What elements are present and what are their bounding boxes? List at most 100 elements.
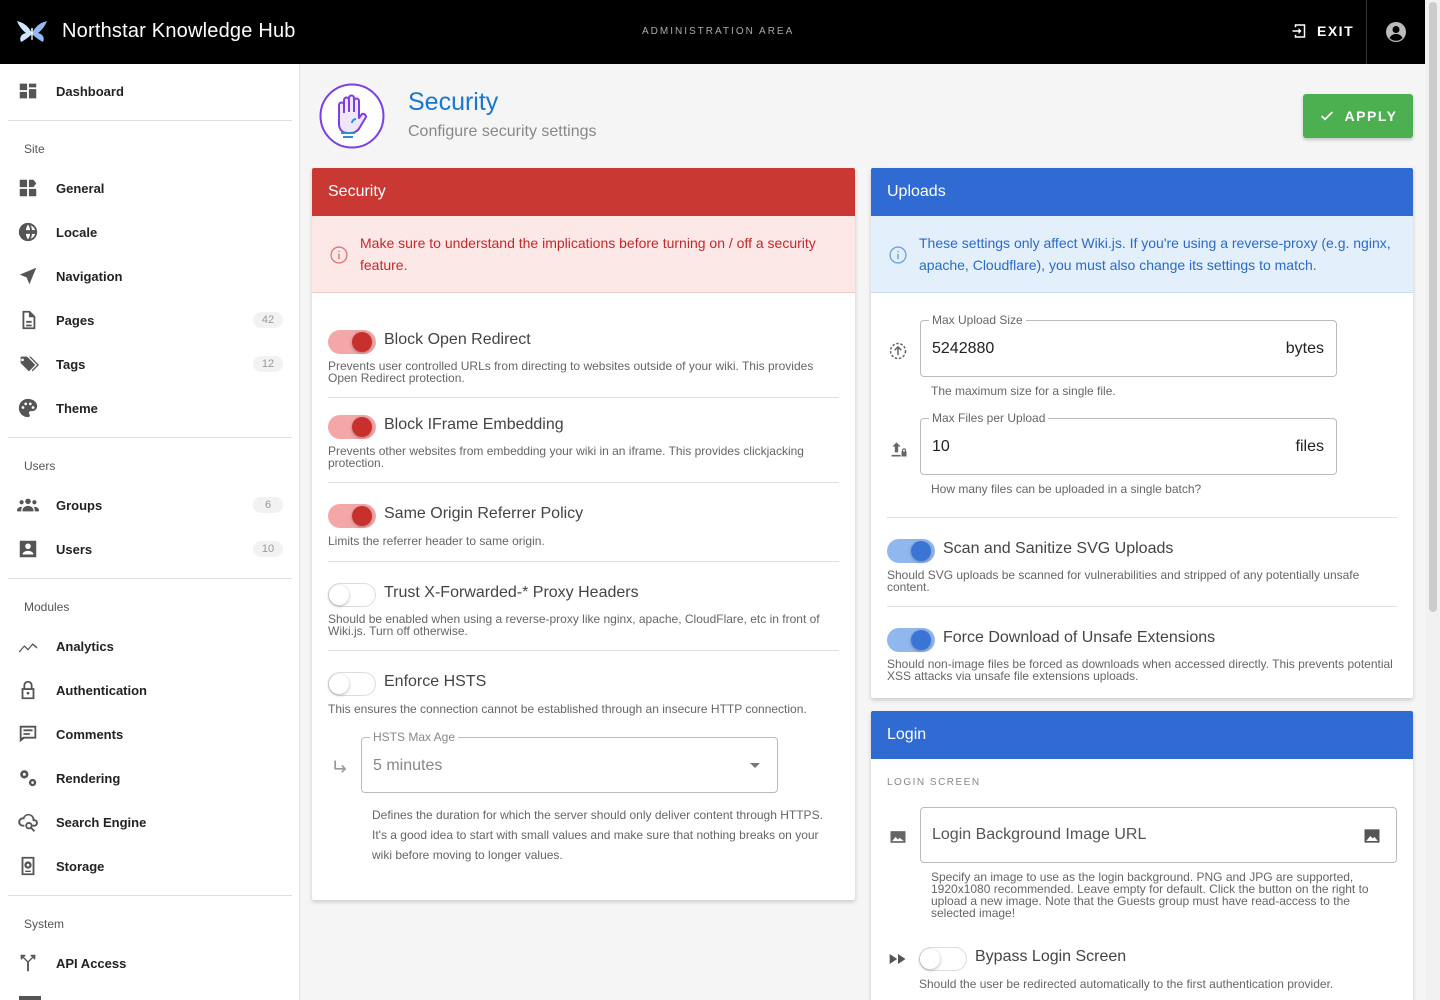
hand-shield-icon	[319, 83, 385, 149]
max-upload-size-suffix: bytes	[1285, 340, 1324, 357]
max-files-suffix: files	[1295, 438, 1324, 455]
max-files-hint: How many files can be uploaded in a sing…	[931, 482, 1202, 496]
sidebar-item-users[interactable]: Users 10	[0, 527, 299, 571]
toggle-enforce-hsts[interactable]	[328, 670, 376, 696]
security-alert-text: Make sure to understand the implications…	[360, 235, 816, 273]
sidebar-item-label: Comments	[56, 726, 124, 742]
sidebar-item-locale[interactable]: Locale	[0, 210, 299, 254]
sidebar-item-theme[interactable]: Theme	[0, 386, 299, 430]
sidebar-item-storage[interactable]: Storage	[0, 844, 299, 888]
login-bg-hint: Specify an image to use as the login bac…	[931, 870, 1369, 920]
toggle-bypass-login[interactable]	[919, 945, 967, 971]
max-files-value: 10	[932, 438, 950, 455]
max-files-label: Max Files per Upload	[929, 411, 1049, 425]
sidebar-item-label: Users	[56, 541, 93, 557]
setting-label: Force Download of Unsafe Extensions	[943, 629, 1216, 646]
setting-bypass-login: Bypass Login Screen Should the user be r…	[919, 945, 1397, 995]
count-badge: 42	[253, 312, 283, 328]
security-card-header: Security	[312, 168, 855, 216]
butterfly-logo-icon	[17, 21, 47, 42]
image-icon	[890, 831, 906, 843]
app-title: Northstar Knowledge Hub	[62, 20, 296, 42]
login-bg-field[interactable]: Login Background Image URL	[920, 807, 1397, 863]
sidebar-item-dashboard[interactable]: Dashboard	[0, 69, 299, 113]
exit-icon	[1292, 24, 1306, 38]
sidebar-item-general[interactable]: General	[0, 166, 299, 210]
sidebar-item-analytics[interactable]: Analytics	[0, 624, 299, 668]
sidebar-item-label: General	[56, 180, 105, 196]
setting-label: Enforce HSTS	[384, 673, 487, 690]
globe-icon	[17, 221, 39, 243]
uploads-card: Uploads These settings only affect Wiki.…	[871, 168, 1413, 698]
setting-block-iframe: Block IFrame Embedding Prevents other we…	[328, 413, 839, 473]
general-icon	[17, 177, 39, 199]
upload-circle-icon	[889, 342, 907, 360]
apply-button[interactable]: APPLY	[1303, 94, 1413, 138]
divider	[8, 120, 292, 121]
login-card-header: Login	[871, 711, 1413, 759]
toggle-same-origin-referrer[interactable]	[328, 502, 376, 528]
setting-same-origin-referrer: Same Origin Referrer Policy Limits the r…	[328, 502, 839, 552]
lock-icon	[17, 679, 39, 701]
sidebar-section-site: Site	[24, 142, 45, 156]
hsts-max-age-select[interactable]: HSTS Max Age 5 minutes	[361, 730, 778, 793]
setting-hint: Should SVG uploads be scanned for vulner…	[887, 568, 1360, 594]
sidebar-item-pages[interactable]: Pages 42	[0, 298, 299, 342]
scrollbar-thumb[interactable]	[1429, 2, 1437, 612]
setting-label: Trust X-Forwarded-* Proxy Headers	[384, 584, 639, 601]
sidebar-item-api-access[interactable]: API Access	[0, 941, 299, 985]
security-alert: Make sure to understand the implications…	[312, 216, 855, 293]
login-bg-placeholder: Login Background Image URL	[932, 826, 1147, 843]
sidebar-item-authentication[interactable]: Authentication	[0, 668, 299, 712]
partial-icon	[19, 996, 41, 1000]
sidebar-item-rendering[interactable]: Rendering	[0, 756, 299, 800]
setting-hint: Prevents user controlled URLs from direc…	[328, 359, 814, 385]
toggle-scan-svg[interactable]	[887, 537, 935, 563]
exit-button[interactable]: EXIT	[1291, 22, 1354, 40]
upload-image-icon[interactable]	[1361, 826, 1383, 846]
max-upload-size-field[interactable]: Max Upload Size 5242880 bytes	[920, 313, 1337, 377]
sidebar-section-users: Users	[24, 459, 56, 473]
sidebar-item-label: Analytics	[56, 638, 114, 654]
divider	[8, 895, 292, 896]
chevron-down-icon	[750, 763, 760, 768]
count-badge: 12	[253, 356, 283, 372]
divider	[8, 578, 292, 579]
navigation-icon	[17, 265, 39, 287]
account-button[interactable]	[1366, 0, 1425, 64]
palette-icon	[17, 397, 39, 419]
api-icon	[17, 952, 39, 974]
sidebar-item-label: Navigation	[56, 268, 123, 284]
setting-enforce-hsts: Enforce HSTS This ensures the connection…	[328, 670, 839, 720]
page-title: Security	[408, 88, 499, 116]
main-content: Security Configure security settings APP…	[300, 64, 1425, 1000]
sidebar-item-navigation[interactable]: Navigation	[0, 254, 299, 298]
max-upload-size-value: 5242880	[932, 340, 995, 357]
sidebar-item-label: Tags	[56, 356, 86, 372]
sidebar-item-label: Pages	[56, 312, 95, 328]
setting-hint: Limits the referrer header to same origi…	[328, 534, 545, 548]
divider	[328, 650, 839, 651]
sidebar-item-comments[interactable]: Comments	[0, 712, 299, 756]
apply-label: APPLY	[1344, 108, 1398, 124]
sidebar-section-modules: Modules	[24, 600, 70, 614]
sidebar-item-label: Dashboard	[56, 83, 124, 99]
max-files-field[interactable]: Max Files per Upload 10 files	[920, 411, 1337, 475]
sidebar-item-search-engine[interactable]: Search Engine	[0, 800, 299, 844]
hsts-max-age-label: HSTS Max Age	[370, 730, 459, 744]
max-upload-size-label: Max Upload Size	[929, 313, 1026, 327]
setting-label: Block Open Redirect	[384, 331, 531, 348]
sidebar-item-groups[interactable]: Groups 6	[0, 483, 299, 527]
toggle-force-download[interactable]	[887, 626, 935, 652]
toggle-block-iframe[interactable]	[328, 413, 376, 439]
fast-forward-icon	[889, 954, 906, 964]
toggle-trust-proxy[interactable]	[328, 581, 376, 607]
toggle-block-open-redirect[interactable]	[328, 328, 376, 354]
dashboard-icon	[17, 80, 39, 102]
sidebar-item-tags[interactable]: Tags 12	[0, 342, 299, 386]
uploads-alert: These settings only affect Wiki.js. If y…	[871, 216, 1413, 293]
sidebar-section-system: System	[24, 917, 65, 931]
hsts-max-age-value: 5 minutes	[373, 757, 443, 774]
gears-icon	[17, 767, 39, 789]
setting-force-download: Force Download of Unsafe Extensions Shou…	[887, 626, 1397, 686]
